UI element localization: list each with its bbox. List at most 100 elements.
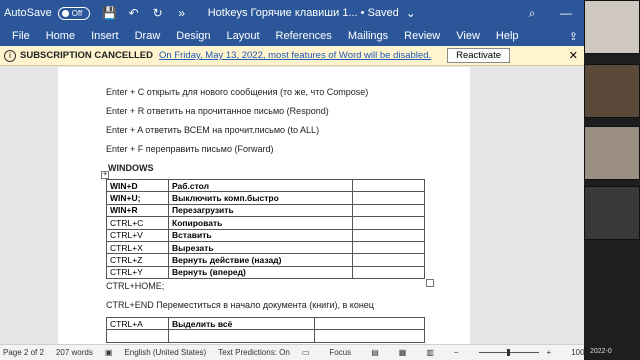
table-cell[interactable] — [352, 203, 425, 218]
tab-references[interactable]: References — [268, 30, 340, 42]
search-icon[interactable]: ⌕ — [524, 5, 540, 21]
table-cell[interactable]: Раб.стол — [168, 178, 353, 193]
table-cell[interactable] — [352, 253, 425, 267]
print-layout-icon[interactable]: ▦ — [399, 348, 407, 357]
table-cell[interactable] — [314, 329, 425, 343]
close-icon[interactable]: ✕ — [569, 49, 578, 62]
zoom-in-icon[interactable]: + — [547, 348, 552, 357]
document-canvas[interactable]: Enter + C открыть для нового сообщения (… — [0, 67, 584, 344]
table-cell[interactable]: WIN+U; — [106, 191, 169, 205]
tab-home[interactable]: Home — [38, 30, 83, 42]
table-cell[interactable] — [352, 240, 425, 255]
section-heading[interactable]: WINDOWS — [108, 163, 154, 173]
doc-line[interactable]: CTRL+HOME; — [106, 281, 164, 291]
title-bar: AutoSave Off 💾 ↶ ↻ » Hotkeys Горячие кла… — [0, 0, 584, 26]
table-row: CTRL+V Вставить — [106, 228, 425, 242]
table-cell[interactable] — [168, 329, 315, 343]
table-cell[interactable]: Вернуть (вперед) — [168, 265, 353, 280]
proofing-icon[interactable]: ▣ — [105, 348, 113, 357]
document-page[interactable]: Enter + C открыть для нового сообщения (… — [58, 67, 470, 344]
page-count[interactable]: Page 2 of 2 — [3, 348, 44, 357]
redo-icon[interactable]: ↻ — [150, 5, 166, 21]
table-cell[interactable] — [106, 329, 169, 343]
zoom-out-icon[interactable]: − — [454, 348, 459, 357]
table-cell[interactable]: Вернуть действие (назад) — [168, 253, 353, 267]
status-bar: Page 2 of 2 207 words ▣ English (United … — [0, 344, 584, 360]
info-icon: i — [4, 49, 16, 62]
table-cell[interactable] — [314, 316, 425, 331]
table-cell[interactable] — [352, 191, 425, 205]
table-cell[interactable]: CTRL+X — [106, 240, 169, 255]
table-cell[interactable]: Копировать — [168, 216, 353, 230]
minimize-icon[interactable]: — — [558, 5, 574, 21]
table-cell[interactable]: Выключить комп.быстро — [168, 191, 353, 205]
text-predictions-status[interactable]: Text Predictions: On — [218, 348, 290, 357]
doc-line[interactable]: Enter + C открыть для нового сообщения (… — [106, 87, 368, 97]
focus-button[interactable]: Focus — [329, 348, 351, 357]
table-move-handle-icon[interactable]: + — [101, 171, 109, 179]
tab-mailings[interactable]: Mailings — [340, 30, 396, 42]
save-icon[interactable]: 💾 — [102, 5, 118, 21]
table-cell[interactable]: Выделить всё — [168, 316, 315, 331]
table-cell[interactable] — [352, 265, 425, 280]
doc-line[interactable]: Enter + A ответить ВСЕМ на прочит.письмо… — [106, 125, 319, 135]
notice-message[interactable]: On Friday, May 13, 2022, most features o… — [159, 50, 431, 61]
video-participants-panel — [584, 0, 640, 360]
tab-insert[interactable]: Insert — [83, 30, 127, 42]
tab-help[interactable]: Help — [488, 30, 527, 42]
table-row: CTRL+Z Вернуть действие (назад) — [106, 253, 425, 267]
subscription-notice: i SUBSCRIPTION CANCELLED On Friday, May … — [0, 46, 584, 66]
tab-draw[interactable]: Draw — [127, 30, 169, 42]
undo-icon[interactable]: ↶ — [126, 5, 142, 21]
participant-video-tile[interactable] — [584, 186, 640, 240]
focus-icon[interactable]: ▭ — [302, 348, 310, 357]
language-status[interactable]: English (United States) — [124, 348, 206, 357]
doc-line[interactable]: Enter + R ответить на прочитанное письмо… — [106, 106, 329, 116]
web-layout-icon[interactable]: ▥ — [426, 348, 434, 357]
tab-view[interactable]: View — [448, 30, 488, 42]
zoom-slider[interactable] — [478, 349, 539, 356]
doc-line[interactable]: CTRL+END Переместиться в начало документ… — [106, 300, 374, 310]
more-commands-icon[interactable]: » — [174, 5, 190, 21]
table-cell[interactable]: Перезагрузить — [168, 203, 353, 218]
table-cell[interactable]: Вырезать — [168, 240, 353, 255]
tab-file[interactable]: File — [4, 30, 38, 42]
table-cell[interactable]: CTRL+Z — [106, 253, 169, 267]
table-cell[interactable] — [352, 216, 425, 230]
document-title[interactable]: Hotkeys Горячие клавиши 1... • Saved — [208, 7, 399, 19]
zoom-slider-thumb[interactable] — [506, 349, 510, 356]
read-mode-icon[interactable]: ▤ — [371, 348, 379, 357]
autosave-toggle[interactable]: Off — [57, 6, 90, 20]
table-row — [106, 329, 425, 343]
table-cell[interactable]: CTRL+A — [106, 316, 169, 331]
table-cell[interactable]: CTRL+V — [106, 228, 169, 242]
hotkeys-table[interactable]: WIN+D Раб.стол WIN+U; Выключить комп.быс… — [106, 178, 425, 280]
table-cell[interactable] — [352, 228, 425, 242]
share-icon[interactable]: ⇪ — [561, 30, 584, 43]
table-cell[interactable] — [352, 178, 425, 193]
title-chevron-icon[interactable]: ⌄ — [403, 5, 419, 21]
participant-video-tile[interactable] — [584, 64, 640, 118]
word-count[interactable]: 207 words — [56, 348, 93, 357]
table-cell[interactable]: WIN+D — [106, 178, 169, 193]
participant-video-tile[interactable] — [584, 126, 640, 180]
table-cell[interactable]: WIN+R — [106, 203, 169, 218]
table-row: CTRL+X Вырезать — [106, 240, 425, 255]
hotkeys-table-2[interactable]: CTRL+A Выделить всё — [106, 316, 425, 343]
table-cell[interactable]: CTRL+Y — [106, 265, 169, 280]
ribbon-tabs: File Home Insert Draw Design Layout Refe… — [0, 26, 584, 46]
tab-design[interactable]: Design — [168, 30, 218, 42]
tab-review[interactable]: Review — [396, 30, 448, 42]
tab-layout[interactable]: Layout — [219, 30, 268, 42]
table-resize-handle-icon[interactable] — [426, 279, 434, 287]
table-row: CTRL+Y Вернуть (вперед) — [106, 265, 425, 280]
participant-video-tile[interactable] — [584, 0, 640, 54]
autosave-label: AutoSave — [4, 7, 52, 19]
table-row: WIN+R Перезагрузить — [106, 203, 425, 218]
notice-title: SUBSCRIPTION CANCELLED — [20, 50, 154, 61]
table-cell[interactable]: Вставить — [168, 228, 353, 242]
zoom-level[interactable]: 100% — [571, 348, 584, 357]
doc-line[interactable]: Enter + F переправить письмо (Forward) — [106, 144, 273, 154]
reactivate-button[interactable]: Reactivate — [447, 48, 511, 63]
table-cell[interactable]: CTRL+C — [106, 216, 169, 230]
